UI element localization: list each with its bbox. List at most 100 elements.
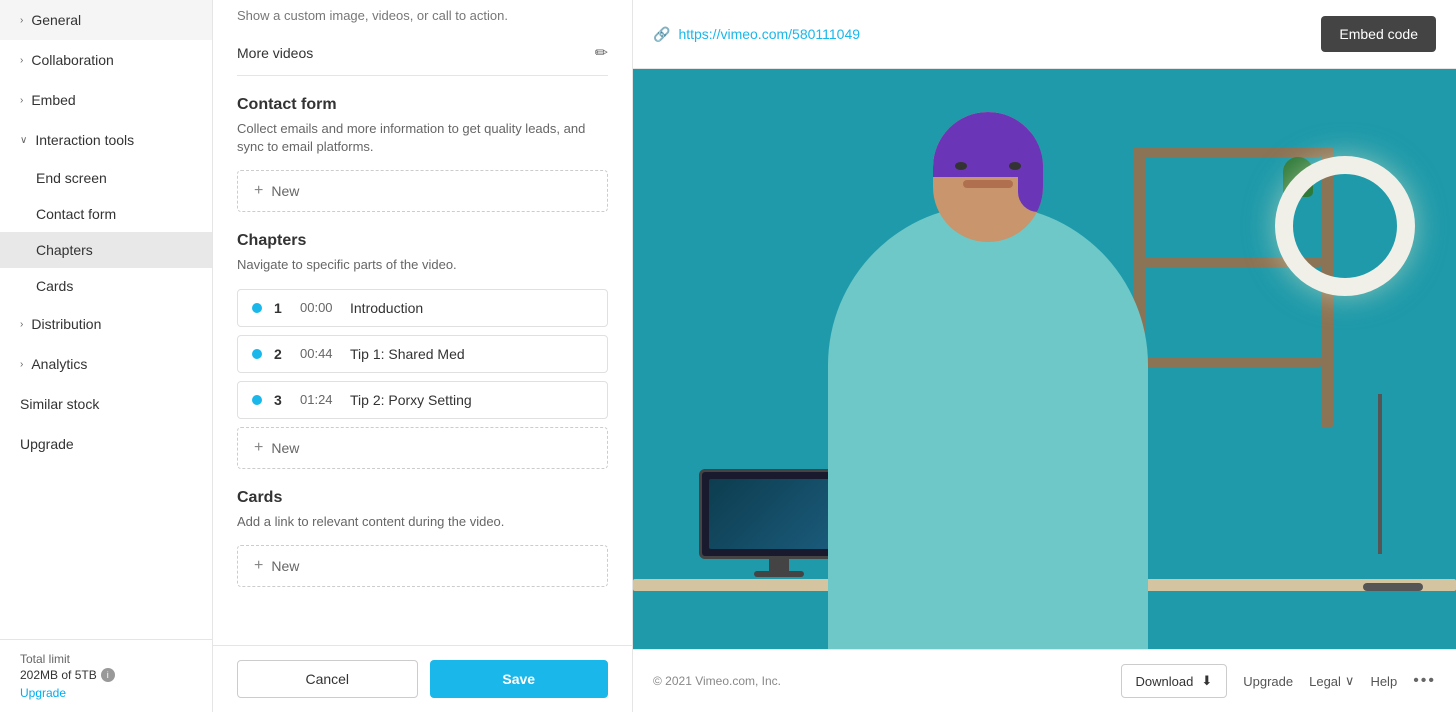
chapter-dot [252,395,262,405]
sidebar-sub-item-chapters[interactable]: Chapters [0,232,212,268]
add-card-label: New [271,558,299,574]
chevron-right-icon: › [20,15,23,26]
sidebar-label-chapters: Chapters [36,242,93,258]
video-container [633,69,1456,649]
sidebar-label-general: General [31,12,81,28]
total-limit-label: Total limit [20,652,192,666]
person-hair-side [1018,132,1043,212]
sidebar-label-embed: Embed [31,92,75,108]
video-scene [633,69,1456,649]
sidebar-item-distribution[interactable]: › Distribution [0,304,212,344]
sidebar-label-analytics: Analytics [31,356,87,372]
more-videos-label: More videos [237,45,313,61]
contact-form-section: Contact form Collect emails and more inf… [237,96,608,212]
download-button[interactable]: Download ⬇ [1121,664,1228,698]
video-url-row: 🔗 https://vimeo.com/580111049 [653,26,860,43]
person-body [828,205,1148,649]
person-head [933,112,1043,242]
chevron-right-icon: › [20,95,23,106]
chevron-down-icon: ∨ [20,135,27,146]
add-chapter-button[interactable]: + New [237,427,608,469]
more-options-icon[interactable]: ••• [1413,672,1436,690]
sidebar: › General › Collaboration › Embed ∨ Inte… [0,0,213,712]
sidebar-item-interaction-tools[interactable]: ∨ Interaction tools [0,120,212,160]
sidebar-item-analytics[interactable]: › Analytics [0,344,212,384]
download-icon: ⬇ [1201,673,1212,689]
sidebar-item-similar-stock[interactable]: Similar stock [0,384,212,424]
sidebar-label-interaction-tools: Interaction tools [35,132,134,148]
footer-copyright: © 2021 Vimeo.com, Inc. [653,674,781,688]
plus-icon: + [254,182,263,200]
person-figure [798,127,1178,649]
more-videos-section: Show a custom image, videos, or call to … [237,0,608,76]
sidebar-item-collaboration[interactable]: › Collaboration [0,40,212,80]
person-eye-left [955,162,967,170]
sidebar-footer: Total limit 202MB of 5TB i Upgrade [0,639,212,712]
footer-legal-dropdown[interactable]: Legal ∨ [1309,673,1354,689]
sidebar-label-upgrade: Upgrade [20,436,74,452]
sidebar-label-contact-form: Contact form [36,206,116,222]
bottom-action-bar: Cancel Save [213,645,632,712]
info-icon[interactable]: i [101,668,115,682]
chapter-num: 1 [274,300,288,316]
save-button[interactable]: Save [430,660,609,698]
cards-desc: Add a link to relevant content during th… [237,513,608,531]
cancel-button[interactable]: Cancel [237,660,418,698]
sidebar-sub-item-cards[interactable]: Cards [0,268,212,304]
chapter-time: 00:44 [300,346,338,361]
chevron-right-icon: › [20,55,23,66]
sidebar-sub-item-contact-form[interactable]: Contact form [0,196,212,232]
add-chapter-label: New [271,440,299,456]
chapter-dot [252,349,262,359]
chapter-item-1[interactable]: 1 00:00 Introduction [237,289,608,327]
sidebar-item-general[interactable]: › General [0,0,212,40]
more-videos-desc: Show a custom image, videos, or call to … [237,8,608,31]
ring-stand [1378,394,1382,554]
video-header: 🔗 https://vimeo.com/580111049 Embed code [633,0,1456,69]
person-eye-right [1009,162,1021,170]
footer-upgrade-link[interactable]: Upgrade [1243,674,1293,689]
chevron-right-icon: › [20,359,23,370]
chapter-num: 3 [274,392,288,408]
contact-form-desc: Collect emails and more information to g… [237,120,608,156]
video-url-link[interactable]: https://vimeo.com/580111049 [678,26,860,42]
edit-icon[interactable]: ✏ [595,43,608,63]
add-card-button[interactable]: + New [237,545,608,587]
chapter-num: 2 [274,346,288,362]
sidebar-item-upgrade[interactable]: Upgrade [0,424,212,464]
sidebar-item-embed[interactable]: › Embed [0,80,212,120]
add-contact-form-label: New [271,183,299,199]
sidebar-label-similar-stock: Similar stock [20,396,99,412]
more-videos-row: More videos ✏ [237,31,608,76]
ring-base [1363,583,1423,591]
sidebar-label-collaboration: Collaboration [31,52,114,68]
monitor-base [754,571,804,577]
middle-scroll-area: Show a custom image, videos, or call to … [213,0,632,645]
chapter-dot [252,303,262,313]
plus-icon: + [254,439,263,457]
sidebar-label-distribution: Distribution [31,316,101,332]
storage-usage-value: 202MB of 5TB [20,668,97,682]
video-footer: © 2021 Vimeo.com, Inc. Download ⬇ Upgrad… [633,649,1456,712]
chapters-title: Chapters [237,232,608,250]
video-thumbnail [633,69,1456,649]
chapter-name: Tip 2: Porxy Setting [350,392,472,408]
download-label: Download [1136,674,1194,689]
middle-panel: Show a custom image, videos, or call to … [213,0,633,712]
footer-help-link[interactable]: Help [1370,674,1397,689]
chapters-section: Chapters Navigate to specific parts of t… [237,232,608,468]
storage-usage: 202MB of 5TB i [20,668,192,682]
contact-form-title: Contact form [237,96,608,114]
chapter-item-2[interactable]: 2 00:44 Tip 1: Shared Med [237,335,608,373]
sidebar-sub-item-end-screen[interactable]: End screen [0,160,212,196]
embed-code-button[interactable]: Embed code [1321,16,1436,52]
chapter-time: 01:24 [300,392,338,407]
chevron-down-icon: ∨ [1345,673,1355,689]
person-mouth [963,180,1013,188]
chapter-name: Introduction [350,300,423,316]
add-contact-form-button[interactable]: + New [237,170,608,212]
monitor-stand [769,559,789,571]
upgrade-link[interactable]: Upgrade [20,686,192,700]
chapter-item-3[interactable]: 3 01:24 Tip 2: Porxy Setting [237,381,608,419]
cards-title: Cards [237,489,608,507]
